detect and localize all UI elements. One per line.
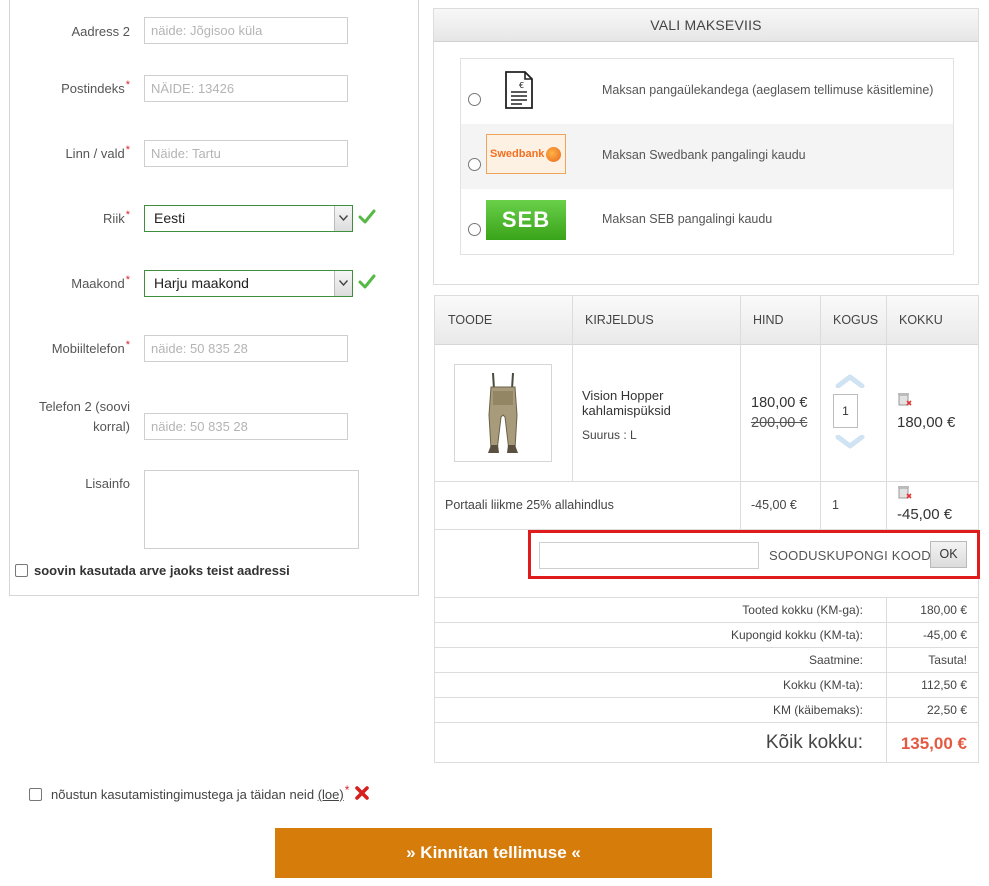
product-old-price: 200,00 € — [751, 415, 808, 431]
payment-option-bank-transfer[interactable]: € Maksan pangaülekandega (aeglasem telli… — [461, 59, 953, 124]
alt-address-label: soovin kasutada arve jaoks teist aadress… — [34, 563, 290, 578]
totals-row: Kupongid kokku (KM-ta): -45,00 € — [435, 622, 978, 647]
seb-label: Maksan SEB pangalingi kaudu — [602, 212, 773, 226]
coupon-ok-button[interactable]: OK — [930, 541, 967, 568]
address2-input[interactable]: näide: Jõgisoo küla — [144, 17, 348, 44]
country-select[interactable]: Eesti — [144, 205, 353, 232]
swedbank-label: Maksan Swedbank pangalingi kaudu — [602, 148, 806, 162]
totals-row: KM (käibemaks): 22,50 € — [435, 697, 978, 722]
grand-total-label: Kõik kokku: — [765, 732, 863, 753]
discount-price: -45,00 € — [751, 498, 797, 512]
extra-info-label: Lisainfo — [85, 476, 130, 491]
waders-image — [488, 372, 518, 453]
valid-check-icon — [358, 274, 376, 289]
chevron-down-icon[interactable] — [334, 206, 352, 231]
product-size: Suurus : L — [582, 428, 637, 442]
radio-swedbank[interactable] — [468, 158, 481, 171]
col-quantity: KOGUS — [833, 313, 879, 327]
quantity-down-icon[interactable] — [835, 435, 865, 449]
totals-row: Tooted kokku (KM-ga): 180,00 € — [435, 597, 978, 622]
trash-icon[interactable] — [897, 391, 913, 407]
extra-info-textarea[interactable] — [144, 470, 359, 549]
payment-header: VALI MAKSEVIIS — [434, 9, 978, 42]
city-input[interactable]: Näide: Tartu — [144, 140, 348, 167]
radio-bank-transfer[interactable] — [468, 93, 481, 106]
cart-header: TOODE KIRJELDUS HIND KOGUS KOKKU — [435, 296, 978, 345]
product-image[interactable] — [454, 364, 552, 462]
mobile-label: Mobiiltelefon* — [51, 338, 130, 356]
discount-quantity: 1 — [832, 498, 839, 512]
item-total: 180,00 € — [897, 414, 956, 431]
alt-address-option[interactable]: soovin kasutada arve jaoks teist aadress… — [15, 563, 290, 578]
confirm-order-button[interactable]: » Kinnitan tellimuse « — [275, 828, 712, 878]
terms-option[interactable]: nõustun kasutamistingimustega ja täidan … — [29, 783, 370, 802]
product-price: 180,00 € — [751, 395, 808, 411]
payment-panel: VALI MAKSEVIIS € Maksan pangaülekandega … — [433, 8, 979, 285]
col-price: HIND — [753, 313, 784, 327]
col-total: KOKKU — [899, 313, 943, 327]
error-x-icon — [355, 786, 369, 800]
county-select[interactable]: Harju maakond — [144, 270, 353, 297]
totals-row: Kokku (KM-ta): 112,50 € — [435, 672, 978, 697]
quantity-up-icon[interactable] — [835, 374, 865, 388]
seb-logo: SEB — [486, 200, 566, 240]
chevron-down-icon[interactable] — [334, 271, 352, 296]
terms-label: nõustun kasutamistingimustega ja täidan … — [51, 787, 315, 802]
col-description: KIRJELDUS — [585, 313, 654, 327]
product-name[interactable]: Vision Hopper kahlamispüksid — [582, 388, 732, 418]
payment-options: € Maksan pangaülekandega (aeglasem telli… — [460, 58, 954, 255]
grand-total-row: Kõik kokku: 135,00 € — [435, 722, 978, 763]
postal-code-label: Postindeks* — [61, 78, 130, 96]
address2-label: Aadress 2 — [71, 24, 130, 39]
radio-seb[interactable] — [468, 223, 481, 236]
trash-icon[interactable] — [897, 484, 913, 500]
quantity-input[interactable]: 1 — [833, 394, 858, 428]
city-label: Linn / vald* — [65, 143, 130, 161]
mobile-input[interactable]: näide: 50 835 28 — [144, 335, 348, 362]
valid-check-icon — [358, 209, 376, 224]
alt-address-checkbox[interactable] — [15, 564, 28, 578]
payment-option-swedbank[interactable]: Swedbank Maksan Swedbank pangalingi kaud… — [461, 124, 953, 189]
discount-label: Portaali liikme 25% allahindlus — [445, 498, 614, 512]
phone2-label: Telefon 2 (soovi korral) — [38, 399, 130, 434]
phone2-input[interactable]: näide: 50 835 28 — [144, 413, 348, 440]
swedbank-logo: Swedbank — [486, 134, 566, 174]
coupon-label: SOODUSKUPONGI KOOD — [769, 548, 931, 563]
totals-row: Saatmine: Tasuta! — [435, 647, 978, 672]
invoice-document-icon: € — [505, 71, 533, 109]
coupon-section: SOODUSKUPONGI KOOD OK — [528, 530, 980, 579]
discount-total: -45,00 € — [897, 506, 953, 523]
address-form: Aadress 2 näide: Jõgisoo küla Postindeks… — [9, 0, 419, 596]
bank-transfer-label: Maksan pangaülekandega (aeglasem tellimu… — [602, 83, 934, 97]
postal-code-input[interactable]: NÄIDE: 13426 — [144, 75, 348, 102]
svg-text:€: € — [519, 81, 524, 90]
grand-total-value: 135,00 € — [900, 734, 967, 753]
terms-read-link[interactable]: (loe) — [318, 787, 344, 802]
country-label: Riik* — [103, 208, 130, 226]
payment-option-seb[interactable]: SEB Maksan SEB pangalingi kaudu — [461, 189, 953, 254]
col-product: TOODE — [448, 313, 493, 327]
terms-checkbox[interactable] — [29, 788, 42, 802]
county-label: Maakond* — [71, 273, 130, 291]
coupon-input[interactable] — [539, 542, 759, 569]
order-totals: Tooted kokku (KM-ga): 180,00 € Kupongid k… — [434, 597, 979, 763]
